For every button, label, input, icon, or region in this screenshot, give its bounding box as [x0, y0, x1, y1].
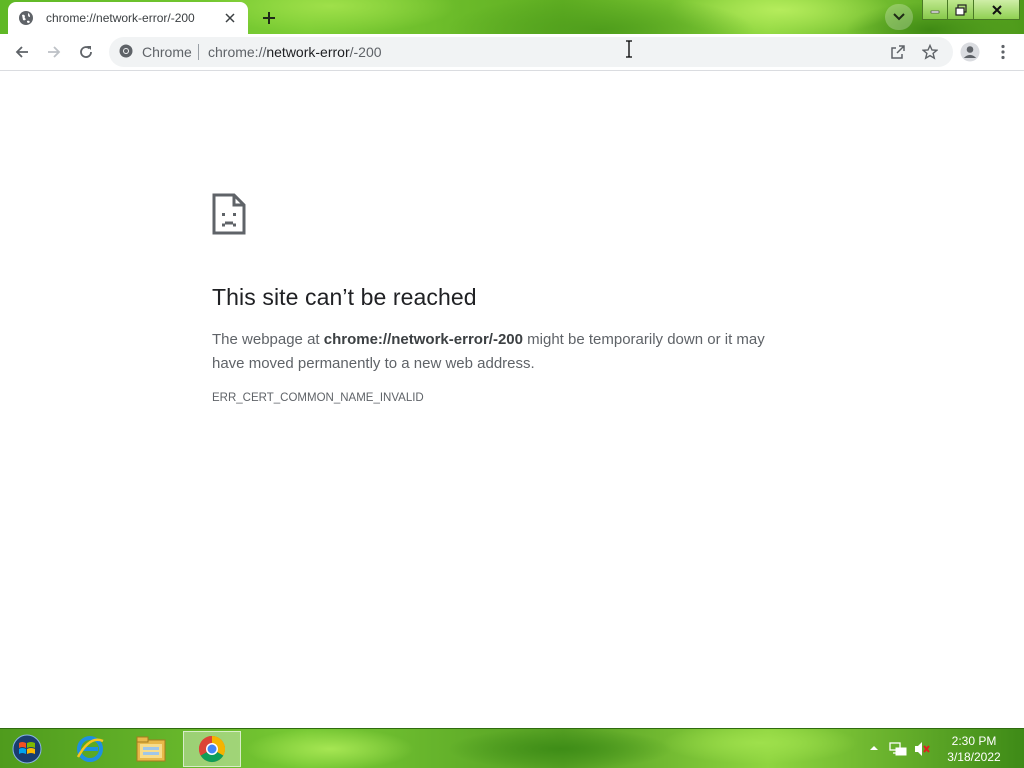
omnibox-chip-label: Chrome	[142, 44, 192, 60]
share-icon[interactable]	[887, 41, 909, 63]
back-button[interactable]	[7, 37, 37, 67]
error-message: The webpage at chrome://network-error/-2…	[212, 328, 792, 376]
url-host: network-error	[266, 44, 350, 60]
network-icon[interactable]	[889, 740, 907, 758]
error-message-url: chrome://network-error/-200	[323, 331, 523, 348]
forward-arrow-icon	[48, 46, 61, 58]
omnibox-divider	[198, 44, 199, 60]
error-message-prefix: The webpage at	[212, 331, 324, 348]
clock-date: 3/18/2022	[947, 750, 1001, 764]
address-bar[interactable]: Chrome chrome://network-error/-200	[109, 37, 953, 67]
chevron-down-icon	[893, 13, 905, 21]
url-scheme: chrome://	[208, 44, 267, 60]
tab-title: chrome://network-error/-200	[46, 11, 195, 25]
taskbar-app-internet-explorer[interactable]	[61, 731, 119, 767]
url-path: /-200	[349, 44, 382, 60]
taskbar-app-file-explorer[interactable]	[122, 731, 180, 767]
browser-tab[interactable]: chrome://network-error/-200	[8, 2, 248, 34]
error-code: ERR_CERT_COMMON_NAME_INVALID	[212, 392, 424, 404]
reload-button[interactable]	[71, 37, 101, 67]
volume-muted-icon[interactable]	[913, 740, 931, 758]
minimize-icon	[930, 10, 940, 13]
page-content: This site can’t be reached The webpage a…	[0, 71, 1024, 728]
error-heading: This site can’t be reached	[212, 284, 477, 310]
windows-logo-icon	[12, 734, 42, 764]
omnibox-url[interactable]: chrome://network-error/-200	[208, 44, 382, 60]
bookmark-star-icon[interactable]	[919, 41, 941, 63]
more-vertical-icon	[1001, 44, 1005, 60]
chrome-icon	[198, 735, 226, 763]
text-cursor-icon	[626, 40, 632, 58]
back-arrow-icon	[15, 46, 28, 58]
plus-icon	[263, 12, 275, 24]
folder-icon	[136, 736, 166, 762]
restore-icon	[954, 3, 967, 16]
start-button[interactable]	[4, 731, 50, 767]
sad-document-icon	[212, 193, 246, 235]
ie-icon	[76, 736, 104, 762]
taskbar: 2:30 PM 3/18/2022	[0, 728, 1024, 768]
new-tab-button[interactable]	[257, 6, 281, 30]
taskbar-app-chrome[interactable]	[183, 731, 241, 767]
browser-toolbar: Chrome chrome://network-error/-200	[0, 34, 1024, 71]
close-tab-icon[interactable]	[222, 10, 238, 26]
forward-button[interactable]	[39, 37, 69, 67]
globe-icon	[18, 10, 34, 26]
window-close-button[interactable]	[974, 0, 1020, 20]
show-hidden-icons-icon[interactable]	[869, 743, 879, 753]
profile-button[interactable]	[955, 37, 985, 67]
taskbar-clock[interactable]: 2:30 PM 3/18/2022	[940, 733, 1008, 765]
browser-menu-button[interactable]	[989, 37, 1017, 67]
close-icon	[991, 4, 1002, 15]
tab-search-button[interactable]	[885, 4, 913, 30]
restore-button[interactable]	[948, 0, 974, 20]
reload-icon	[80, 46, 92, 58]
chrome-logo-icon	[119, 44, 135, 60]
clock-time: 2:30 PM	[951, 734, 997, 748]
avatar-icon	[960, 42, 980, 62]
minimize-button[interactable]	[922, 0, 948, 20]
title-bar: chrome://network-error/-200	[0, 0, 1024, 34]
